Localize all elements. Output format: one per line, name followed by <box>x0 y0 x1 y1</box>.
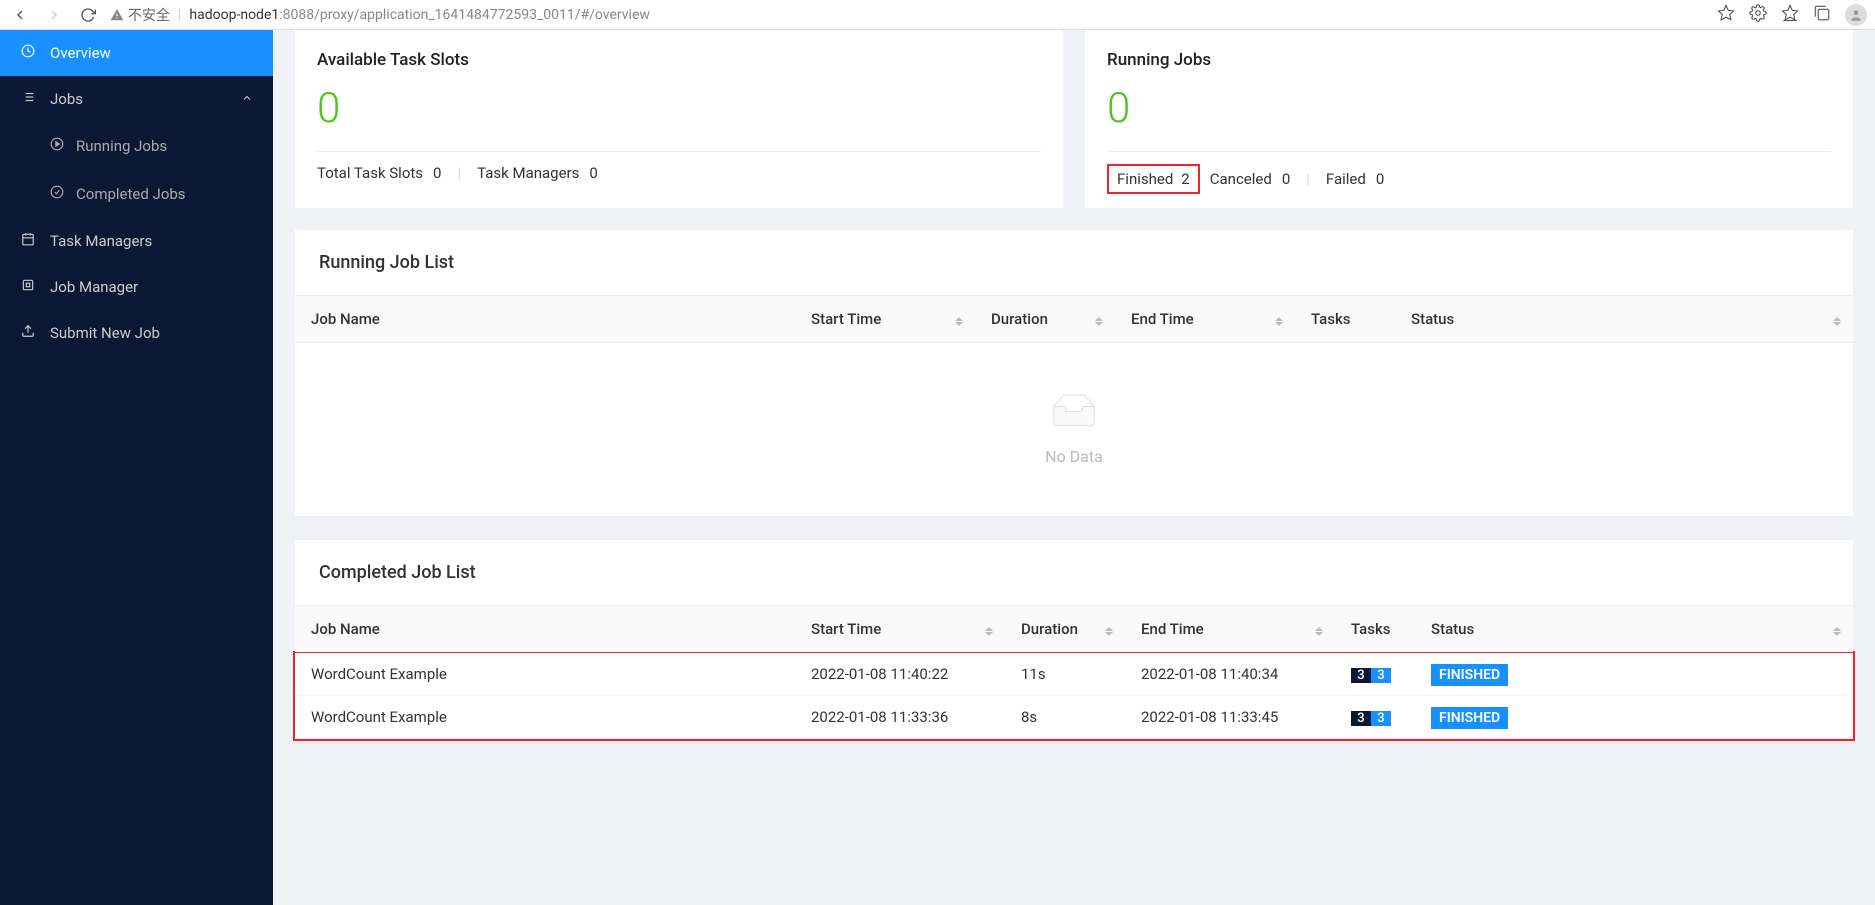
table-row[interactable]: WordCount Example2022-01-08 11:40:2211s2… <box>295 653 1853 696</box>
sidebar-item-jobs[interactable]: Jobs <box>0 76 273 122</box>
table-row[interactable]: WordCount Example2022-01-08 11:33:368s20… <box>295 696 1853 739</box>
col-tasks[interactable]: Tasks <box>1335 606 1415 653</box>
cell-start: 2022-01-08 11:33:36 <box>795 696 1005 739</box>
jobs-title: Running Jobs <box>1107 50 1831 70</box>
col-end-time[interactable]: End Time <box>1125 606 1335 653</box>
forward-button[interactable] <box>42 3 66 27</box>
favorite-icon[interactable] <box>1717 4 1735 26</box>
list-icon <box>20 90 36 108</box>
col-job-name[interactable]: Job Name <box>295 606 795 653</box>
sidebar-item-completed-jobs[interactable]: Completed Jobs <box>0 170 273 218</box>
play-circle-icon <box>50 137 66 155</box>
slots-value: 0 <box>317 84 1041 133</box>
insecure-warning: 不安全 <box>110 5 170 25</box>
canceled-value: 0 <box>1282 170 1290 188</box>
empty-state: No Data <box>295 343 1853 516</box>
available-slots-card: Available Task Slots 0 Total Task Slots … <box>295 30 1063 208</box>
arrow-left-icon <box>12 7 28 23</box>
slots-title: Available Task Slots <box>317 50 1041 70</box>
sidebar-item-job-manager[interactable]: Job Manager <box>0 264 273 310</box>
finished-value: 2 <box>1181 170 1189 188</box>
col-duration[interactable]: Duration <box>1005 606 1125 653</box>
tm-label: Task Managers <box>477 164 579 182</box>
inbox-icon <box>1046 393 1102 433</box>
sidebar-item-submit-job[interactable]: Submit New Job <box>0 310 273 356</box>
cell-tasks: 33 <box>1335 653 1415 696</box>
col-start-time[interactable]: Start Time <box>795 296 975 343</box>
sidebar-item-overview[interactable]: Overview <box>0 30 273 76</box>
running-jobs-card: Running Jobs 0 Finished 2 Canceled 0 | F… <box>1085 30 1853 208</box>
upload-icon <box>20 324 36 342</box>
sidebar: Overview Jobs Running Jobs Completed Job… <box>0 30 273 905</box>
sidebar-running-jobs-label: Running Jobs <box>76 137 167 155</box>
main-content: Available Task Slots 0 Total Task Slots … <box>273 30 1875 905</box>
gear-icon[interactable] <box>1749 4 1767 26</box>
insecure-label: 不安全 <box>128 5 170 25</box>
completed-job-list-title: Completed Job List <box>295 540 1853 606</box>
col-status[interactable]: Status <box>1415 606 1853 653</box>
sidebar-task-managers-label: Task Managers <box>50 232 152 250</box>
cell-job-name: WordCount Example <box>295 653 795 696</box>
running-job-list-panel: Running Job List Job Name Start Time Dur… <box>295 230 1853 516</box>
chevron-up-icon <box>241 90 253 108</box>
dashboard-icon <box>20 44 36 62</box>
browser-toolbar: 不安全 | hadoop-node1:8088/proxy/applicatio… <box>0 0 1875 30</box>
tm-value: 0 <box>589 164 597 182</box>
empty-text: No Data <box>295 447 1853 466</box>
url-path: :8088/proxy/application_1641484772593_00… <box>279 7 650 23</box>
url-bar[interactable]: 不安全 | hadoop-node1:8088/proxy/applicatio… <box>110 5 1707 25</box>
user-icon <box>1849 8 1863 22</box>
cell-status: FINISHED <box>1415 696 1853 739</box>
cell-duration: 8s <box>1005 696 1125 739</box>
total-slots-label: Total Task Slots <box>317 164 423 182</box>
finished-label: Finished <box>1117 170 1173 188</box>
cell-end: 2022-01-08 11:33:45 <box>1125 696 1335 739</box>
canceled-label: Canceled <box>1210 170 1272 188</box>
reload-icon <box>80 7 96 23</box>
chip-icon <box>20 278 36 296</box>
collections-icon[interactable] <box>1813 4 1831 26</box>
sidebar-overview-label: Overview <box>50 44 111 62</box>
sidebar-job-manager-label: Job Manager <box>50 278 138 296</box>
finished-highlight-box: Finished 2 <box>1107 164 1200 194</box>
url-host: hadoop-node1 <box>189 7 279 23</box>
col-status[interactable]: Status <box>1395 296 1853 343</box>
cell-start: 2022-01-08 11:40:22 <box>795 653 1005 696</box>
col-tasks[interactable]: Tasks <box>1295 296 1395 343</box>
col-end-time[interactable]: End Time <box>1115 296 1295 343</box>
running-job-table: Job Name Start Time Duration End Time Ta… <box>295 296 1853 343</box>
failed-value: 0 <box>1376 170 1384 188</box>
sidebar-item-running-jobs[interactable]: Running Jobs <box>0 122 273 170</box>
total-slots-value: 0 <box>433 164 441 182</box>
cell-duration: 11s <box>1005 653 1125 696</box>
sidebar-jobs-label: Jobs <box>50 90 83 108</box>
cell-status: FINISHED <box>1415 653 1853 696</box>
cell-job-name: WordCount Example <box>295 696 795 739</box>
completed-job-list-panel: Completed Job List Job Name Start Time D… <box>295 540 1853 739</box>
favorites-list-icon[interactable] <box>1781 4 1799 26</box>
jobs-value: 0 <box>1107 84 1831 133</box>
sidebar-item-task-managers[interactable]: Task Managers <box>0 218 273 264</box>
failed-label: Failed <box>1326 170 1366 188</box>
calendar-icon <box>20 232 36 250</box>
col-job-name[interactable]: Job Name <box>295 296 795 343</box>
cell-tasks: 33 <box>1335 696 1415 739</box>
reload-button[interactable] <box>76 3 100 27</box>
col-start-time[interactable]: Start Time <box>795 606 1005 653</box>
cell-end: 2022-01-08 11:40:34 <box>1125 653 1335 696</box>
completed-job-table: Job Name Start Time Duration End Time Ta… <box>295 606 1853 739</box>
col-duration[interactable]: Duration <box>975 296 1115 343</box>
warning-icon <box>110 8 124 22</box>
back-button[interactable] <box>8 3 32 27</box>
sidebar-submit-job-label: Submit New Job <box>50 324 160 342</box>
check-circle-icon <box>50 185 66 203</box>
profile-avatar[interactable] <box>1845 4 1867 26</box>
running-job-list-title: Running Job List <box>295 230 1853 296</box>
sidebar-completed-jobs-label: Completed Jobs <box>76 185 186 203</box>
arrow-right-icon <box>46 7 62 23</box>
